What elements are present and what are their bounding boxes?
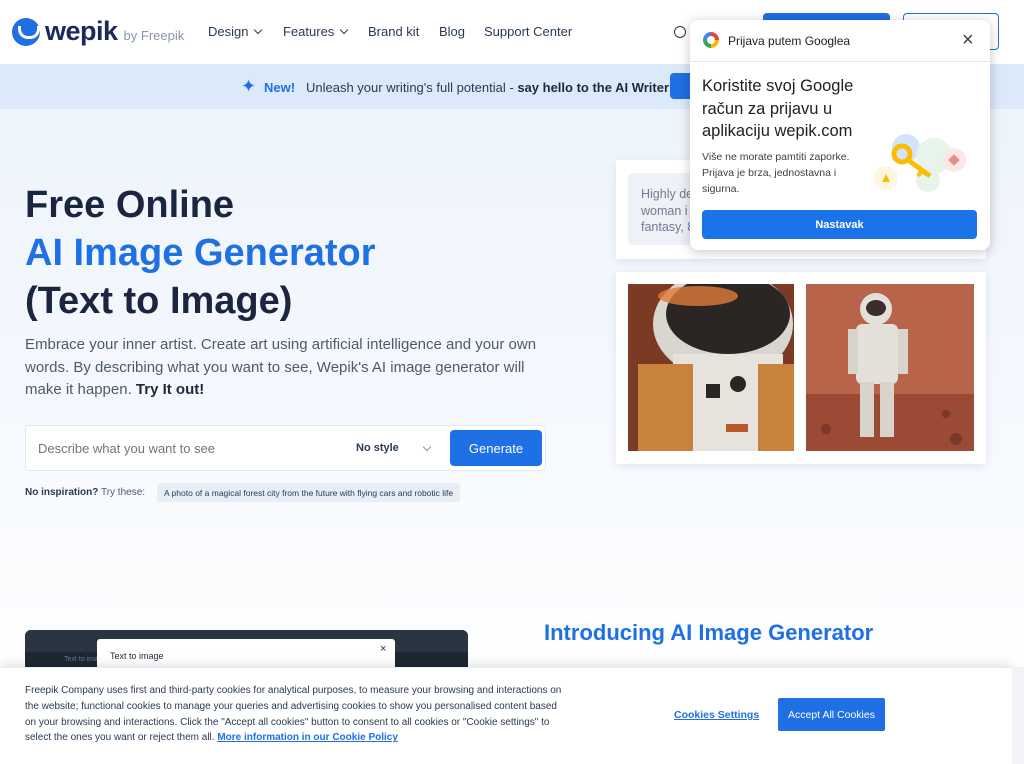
sparkle-icon: ✦	[241, 76, 257, 96]
introducing-title: Introducing AI Image Generator	[544, 620, 874, 645]
google-continue-button[interactable]: Nastavak	[702, 210, 977, 239]
chevron-down-icon	[340, 25, 349, 35]
inspiration-chip[interactable]: A photo of a magical forest city from th…	[157, 483, 461, 502]
hero-title-line3: (Text to Image)	[25, 280, 293, 322]
key-illustration-icon	[872, 130, 972, 195]
dialog-title: Text to image	[110, 651, 164, 661]
style-select[interactable]: No style	[356, 442, 399, 454]
banner-text-bold: say hello to the AI Writer	[517, 80, 670, 95]
main-menu: Design Features Brand kit Blog Support C…	[208, 24, 572, 39]
menu-item-design[interactable]: Design	[208, 24, 283, 39]
generate-button[interactable]: Generate	[450, 430, 542, 466]
banner-new-badge: New!	[264, 80, 296, 95]
cookie-settings-button[interactable]: Cookies Settings	[674, 709, 759, 721]
accept-all-cookies-button[interactable]: Accept All Cookies	[778, 698, 885, 731]
google-popup-body: Više ne morate pamtiti zaporke. Prijava …	[702, 151, 850, 195]
hero-lead-text: Embrace your inner artist. Create art us…	[25, 336, 537, 398]
logo-by-freepik: by Freepik	[123, 28, 185, 43]
inspiration-label: No inspiration? Try these:	[25, 487, 145, 498]
menu-item-blog[interactable]: Blog	[439, 24, 484, 39]
hero-lead-cta: Try It out!	[135, 381, 205, 398]
wepik-logo[interactable]: wepik by Freepik	[12, 16, 184, 47]
banner-text-main: Unleash your writing's full potential -	[306, 80, 514, 95]
menu-item-features[interactable]: Features	[283, 24, 368, 39]
hero-lead: Embrace your inner artist. Create art us…	[25, 334, 555, 402]
cookie-text: Freepik Company uses first and third-par…	[25, 683, 570, 746]
menu-item-support-center[interactable]: Support Center	[484, 24, 572, 39]
google-popup-title: Koristite svoj Google račun za prijavu u…	[702, 77, 854, 140]
close-icon[interactable]: ×	[962, 30, 974, 50]
menu-item-label: Brand kit	[368, 24, 420, 39]
generated-image-astronaut-closeup	[628, 284, 794, 451]
menu-item-label: Support Center	[484, 24, 573, 39]
chevron-down-icon	[254, 25, 263, 35]
menu-item-label: Design	[208, 24, 249, 39]
inspiration-label-bold: No inspiration?	[25, 487, 99, 498]
hero-title-line2: AI Image Generator	[25, 232, 376, 274]
hero-title-line1: Free Online	[25, 184, 235, 226]
inspiration-try: Try these:	[100, 487, 146, 498]
banner-text: Unleash your writing's full potential - …	[306, 80, 669, 95]
cookie-policy-link[interactable]: More information in our Cookie Policy	[217, 732, 398, 743]
menu-item-label: Features	[283, 24, 335, 39]
menu-item-brand-kit[interactable]: Brand kit	[368, 24, 439, 39]
logo-text: wepik	[45, 16, 118, 46]
scrollbar[interactable]	[1012, 667, 1024, 764]
generated-image-astronaut-mars	[806, 284, 974, 451]
globe-icon[interactable]	[674, 26, 686, 38]
prompt-input[interactable]	[38, 441, 328, 456]
wepik-logo-icon	[12, 17, 40, 46]
menu-item-label: Blog	[439, 24, 466, 39]
close-icon: ×	[380, 643, 387, 655]
editor-side-text: Text to ima	[64, 656, 98, 663]
google-popup-header-title: Prijava putem Googlea	[728, 34, 851, 48]
google-logo-icon	[703, 32, 719, 48]
